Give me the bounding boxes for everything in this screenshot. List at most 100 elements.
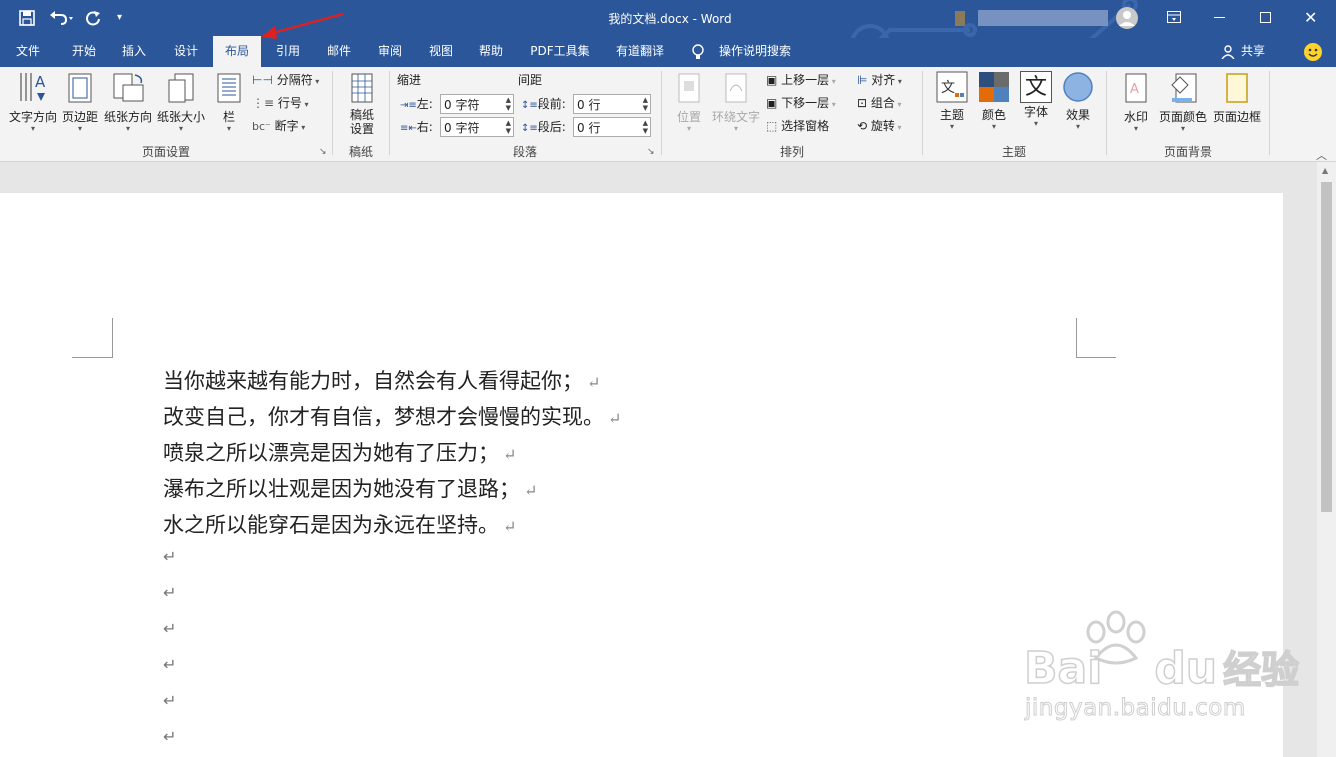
group-label-manuscript: 稿纸	[348, 145, 373, 159]
spacing-before-input[interactable]: 0 行 ▲ ▼	[573, 94, 651, 114]
tab-references[interactable]: 引用	[266, 38, 310, 67]
page-setup-launcher-icon[interactable]: ↘	[319, 147, 327, 157]
tab-view[interactable]: 视图	[419, 38, 463, 67]
account-name	[978, 10, 1108, 26]
manuscript-icon	[351, 73, 373, 103]
group-button[interactable]: ⊡ 组合 ▾	[857, 93, 901, 113]
columns-button[interactable]: 栏 ▾	[212, 71, 246, 133]
paragraph-mark-icon: ↵	[163, 583, 177, 602]
margins-button[interactable]: 页边距 ▾	[60, 71, 100, 133]
minimize-icon[interactable]	[1214, 17, 1225, 18]
tab-insert[interactable]: 插入	[112, 38, 156, 67]
indent-left-icon: ⇥≡	[400, 100, 417, 111]
rotate-button[interactable]: ⟲ 旋转 ▾	[857, 116, 901, 136]
tab-mailings[interactable]: 邮件	[317, 38, 361, 67]
paragraph-mark-icon: ↵	[503, 445, 517, 464]
lightbulb-icon	[692, 44, 704, 63]
page-borders-icon	[1226, 73, 1248, 103]
document-line: 改变自己，你才有自信，梦想才会慢慢的实现。 ↵	[163, 405, 622, 429]
orientation-button[interactable]: 纸张方向 ▾	[102, 71, 154, 133]
paper-size-button[interactable]: 纸张大小 ▾	[155, 71, 207, 133]
customize-icon[interactable]: ▾	[117, 12, 122, 23]
paragraph-mark-icon: ↵	[163, 727, 177, 746]
align-button[interactable]: ⊫ 对齐 ▾	[857, 70, 902, 90]
position-button[interactable]: 位置 ▾	[669, 71, 709, 133]
colors-button[interactable]: 颜色 ▾	[974, 71, 1014, 131]
watermark-brand: Bai du 经验	[1023, 642, 1300, 695]
tab-file[interactable]: 文件	[6, 38, 50, 67]
undo-icon[interactable]	[49, 9, 73, 30]
save-icon[interactable]	[19, 10, 35, 29]
share-button[interactable]: 共享	[1237, 38, 1269, 67]
tab-design[interactable]: 设计	[164, 38, 208, 67]
tab-layout[interactable]: 布局	[213, 36, 261, 67]
tab-help[interactable]: 帮助	[469, 38, 513, 67]
share-icon[interactable]	[1221, 45, 1235, 62]
position-icon	[678, 73, 700, 103]
tab-home[interactable]: 开始	[60, 38, 108, 67]
indent-title: 缩进	[397, 73, 422, 87]
margins-icon	[68, 73, 92, 103]
wrap-text-icon	[725, 73, 747, 103]
annotation-arrow-icon	[261, 12, 344, 39]
paragraph-mark-icon: ↵	[608, 409, 622, 428]
document-line: 喷泉之所以漂亮是因为她有了压力； ↵	[163, 441, 517, 465]
ribbon-tabs: 文件 开始 插入 设计 布局 引用 邮件 审阅 视图 帮助 PDF工具集 有道翻…	[0, 36, 1336, 67]
spacing-after-label: ↕≡段后:	[521, 120, 566, 134]
line-numbers-button[interactable]: ⋮≡ 行号 ▾	[252, 93, 308, 113]
fonts-icon: 文	[1020, 71, 1052, 103]
spacing-after-input[interactable]: 0 行 ▲ ▼	[573, 117, 651, 137]
svg-text:A: A	[1130, 82, 1139, 97]
watermark-url: jingyan.baidu.com	[1025, 695, 1246, 722]
send-backward-icon: ▣	[766, 96, 778, 110]
indent-right-input[interactable]: 0 字符 ▲ ▼	[440, 117, 514, 137]
close-icon[interactable]: ✕	[1304, 8, 1317, 27]
tell-me-search[interactable]: 操作说明搜索	[712, 38, 798, 67]
document-line: 瀑布之所以壮观是因为她没有了退路； ↵	[163, 477, 538, 501]
redo-icon[interactable]	[85, 10, 101, 29]
bring-forward-button[interactable]: ▣ 上移一层 ▾	[766, 70, 836, 90]
manuscript-settings-button[interactable]: 稿纸设置	[340, 71, 384, 136]
breaks-button[interactable]: ⊢⊣ 分隔符 ▾	[252, 70, 319, 90]
send-backward-button[interactable]: ▣ 下移一层 ▾	[766, 93, 836, 113]
breaks-icon: ⊢⊣	[252, 73, 273, 87]
tab-youdao-translate[interactable]: 有道翻译	[608, 38, 672, 67]
text-direction-icon: A	[20, 73, 46, 101]
ribbon: A 文字方向 ▾ 页边距 ▾ 纸张方向 ▾ 纸张大小 ▾ 栏 ▾ ⊢⊣ 分隔符 …	[0, 67, 1336, 162]
divider	[1269, 71, 1270, 155]
hyphenation-button[interactable]: bc⁻ 断字 ▾	[252, 116, 305, 136]
hyphenation-icon: bc⁻	[252, 120, 271, 133]
indent-left-input[interactable]: 0 字符 ▲ ▼	[440, 94, 514, 114]
spacing-before-label: ↕≡段前:	[521, 97, 566, 111]
vertical-scrollbar[interactable]: ▲	[1317, 162, 1336, 757]
avatar[interactable]	[1115, 6, 1139, 33]
wrap-text-button[interactable]: 环绕文字 ▾	[710, 71, 762, 133]
crop-mark	[112, 318, 113, 358]
bring-forward-icon: ▣	[766, 73, 778, 87]
page-borders-button[interactable]: 页面边框	[1211, 71, 1263, 125]
document-line: 水之所以能穿石是因为永远在坚持。 ↵	[163, 513, 517, 537]
watermark-button[interactable]: A 水印 ▾	[1116, 71, 1156, 133]
paragraph-mark-icon: ↵	[503, 517, 517, 536]
maximize-icon[interactable]	[1260, 12, 1271, 23]
document-page[interactable]: 当你越来越有能力时，自然会有人看得起你； ↵ 改变自己，你才有自信，梦想才会慢慢的…	[0, 193, 1300, 757]
tab-review[interactable]: 审阅	[368, 38, 412, 67]
group-label-page-background: 页面背景	[1163, 145, 1212, 159]
themes-button[interactable]: 文 主题 ▾	[930, 71, 974, 131]
effects-button[interactable]: 效果 ▾	[1058, 71, 1098, 131]
tab-pdf-tools[interactable]: PDF工具集	[524, 38, 596, 67]
effects-icon	[1063, 72, 1093, 102]
paragraph-launcher-icon[interactable]: ↘	[647, 147, 655, 157]
selection-pane-button[interactable]: ⬚ 选择窗格	[766, 116, 829, 136]
fonts-button[interactable]: 文 字体 ▾	[1016, 71, 1056, 128]
indent-left-label: ⇥≡左:	[400, 97, 433, 111]
scroll-up-icon[interactable]: ▲	[1322, 166, 1328, 175]
orientation-icon	[113, 73, 144, 102]
page-color-button[interactable]: 页面颜色 ▾	[1157, 71, 1209, 133]
ribbon-display-options-icon[interactable]	[1167, 11, 1181, 26]
collapse-ribbon-icon[interactable]: ︿	[1316, 147, 1327, 163]
paragraph-mark-icon: ↵	[163, 691, 177, 710]
scrollbar-thumb[interactable]	[1321, 182, 1332, 512]
text-direction-button[interactable]: A 文字方向 ▾	[6, 71, 60, 133]
smiley-feedback-icon[interactable]	[1303, 42, 1323, 65]
